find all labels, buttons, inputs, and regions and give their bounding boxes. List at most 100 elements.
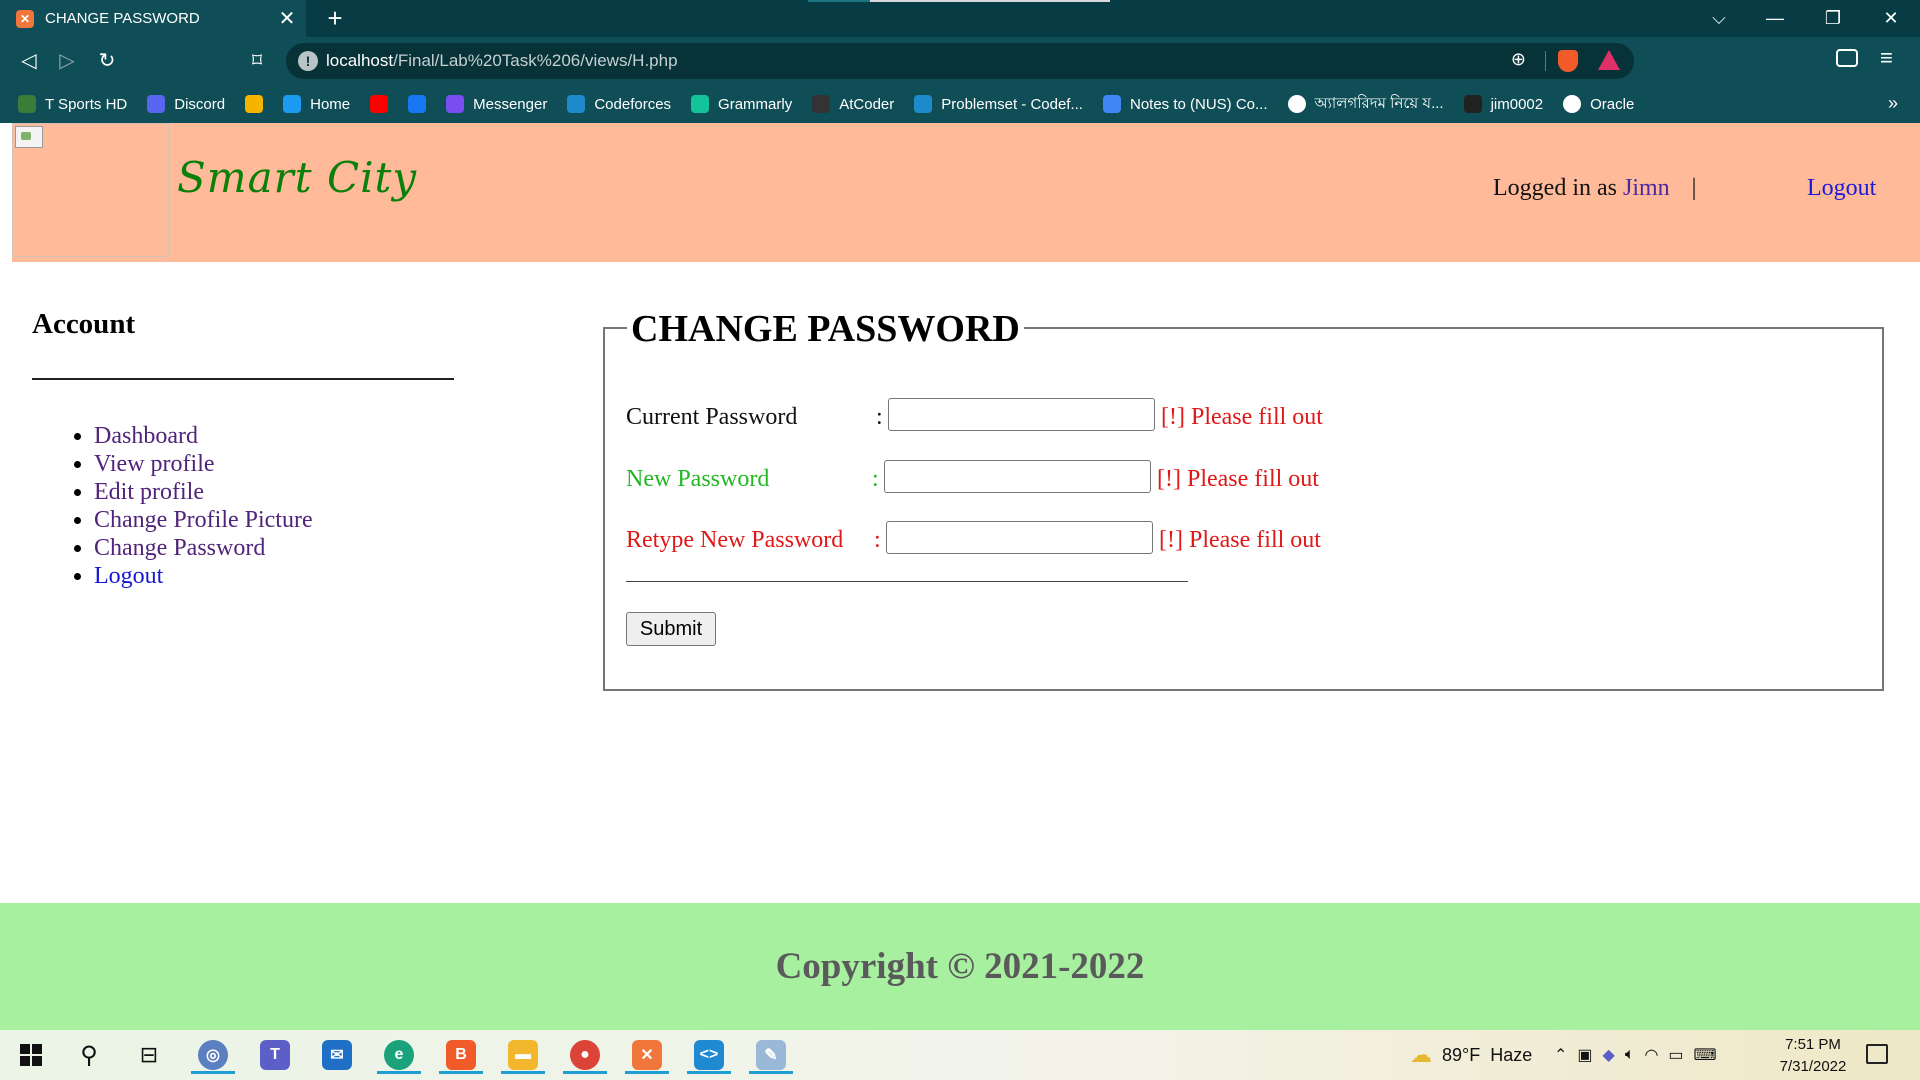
retype-password-colon: : — [874, 527, 881, 553]
bookmarks-overflow-icon[interactable]: » — [1888, 93, 1898, 114]
google-drive-icon — [245, 95, 264, 113]
new-password-input[interactable] — [884, 460, 1151, 493]
tray-teams-icon[interactable]: ◆ — [1603, 1045, 1615, 1065]
tab-close-icon[interactable]: ✕ — [272, 6, 302, 31]
tray-meet-icon[interactable]: ▣ — [1577, 1045, 1592, 1065]
bookmark-label: Codeforces — [594, 95, 672, 113]
tray-battery-icon[interactable]: ▭ — [1668, 1045, 1683, 1065]
docs-icon — [1102, 95, 1121, 113]
username-link[interactable]: Jimn — [1623, 175, 1670, 201]
sidebar-link-dashboard[interactable]: Dashboard — [94, 423, 198, 449]
weather-widget[interactable]: ☁ 89°F Haze — [1410, 1030, 1532, 1080]
bookmark-item[interactable]: Notes to (NUS) Co... — [1102, 95, 1268, 113]
taskbar-file-explorer-icon[interactable]: ▬ — [498, 1036, 548, 1074]
minimize-window-icon[interactable]: — — [1746, 0, 1804, 37]
discord-icon — [147, 95, 166, 113]
taskbar-mail-icon[interactable]: ✉ — [312, 1036, 362, 1074]
header-logout-link[interactable]: Logout — [1807, 175, 1876, 202]
close-window-icon[interactable]: ✕ — [1862, 0, 1920, 37]
address-bar[interactable]: ! localhost/Final/Lab%20Task%206/views/H… — [286, 43, 1634, 79]
twitter-icon — [283, 95, 302, 113]
address-bar-divider — [1545, 51, 1546, 71]
new-tab-button[interactable]: + — [320, 3, 350, 33]
taskbar-vscode-icon[interactable]: <> — [684, 1036, 734, 1074]
notification-center-icon[interactable] — [1866, 1044, 1888, 1064]
tray-volume-icon[interactable]: 🔈︎ — [1625, 1046, 1635, 1064]
taskbar-xampp-icon[interactable]: ✕ — [622, 1036, 672, 1074]
bookmark-item[interactable] — [408, 95, 427, 113]
current-password-input[interactable] — [888, 398, 1155, 431]
brave-shields-icon[interactable] — [1558, 50, 1578, 72]
bookmark-item[interactable]: AtCoder — [812, 95, 894, 113]
bookmark-item[interactable]: Problemset - Codef... — [914, 95, 1083, 113]
bookmark-label: jim0002 — [1490, 95, 1544, 113]
tray-overflow-chevron-icon[interactable]: ⌃ — [1554, 1045, 1567, 1065]
bookmark-item[interactable]: Discord — [147, 95, 225, 113]
browser-toolbar: ◁ ▷ ↻ ⌑ ! localhost/Final/Lab%20Task%206… — [0, 37, 1920, 85]
reload-icon[interactable]: ↻ — [92, 46, 122, 76]
bookmark-item[interactable]: অ্যালগরিদম নিয়ে য... — [1287, 92, 1444, 117]
site-info-icon[interactable]: ! — [298, 51, 318, 71]
logged-in-status: Logged in as Jimn | — [1493, 175, 1696, 202]
tab-search-chevron-icon[interactable]: ⌵ — [1690, 0, 1748, 37]
search-icon[interactable]: ⚲ — [64, 1036, 114, 1074]
taskbar-clock[interactable]: 7:51 PM 7/31/2022 — [1778, 1034, 1848, 1078]
youtube-icon — [370, 95, 389, 113]
atcoder-icon — [812, 95, 831, 113]
taskbar-edge-icon[interactable]: e — [374, 1036, 424, 1074]
taskbar-chrome-icon[interactable]: ● — [560, 1036, 610, 1074]
bookmark-item[interactable]: Oracle — [1563, 95, 1634, 113]
bookmark-item[interactable]: Home — [283, 95, 350, 113]
taskbar-paint-icon[interactable]: ✎ — [746, 1036, 796, 1074]
bookmark-item[interactable]: Messenger — [446, 95, 547, 113]
submit-button[interactable]: Submit — [626, 612, 716, 646]
bookmark-label: Notes to (NUS) Co... — [1129, 95, 1268, 113]
task-view-icon[interactable]: ⊟ — [124, 1036, 174, 1074]
weather-icon: ☁ — [1410, 1042, 1432, 1067]
sidebar-link-view-profile[interactable]: View profile — [94, 451, 215, 477]
copyright-text: Copyright © 2021-2022 — [775, 946, 1145, 987]
sidebar-link-logout[interactable]: Logout — [94, 563, 163, 589]
globe-icon — [1287, 95, 1306, 113]
clock-date: 7/31/2022 — [1779, 1058, 1847, 1075]
url-text[interactable]: localhost/Final/Lab%20Task%206/views/H.p… — [326, 51, 678, 71]
change-password-form: CHANGE PASSWORD Current Password : [!] P… — [603, 307, 1884, 691]
bookmark-item[interactable] — [370, 95, 389, 113]
bookmark-item[interactable]: Codeforces — [567, 95, 671, 113]
windows-start-icon[interactable] — [6, 1036, 56, 1074]
browser-menu-icon[interactable]: ≡ — [1880, 45, 1893, 71]
wallet-icon[interactable] — [1836, 49, 1858, 67]
clock-time: 7:51 PM — [1785, 1036, 1841, 1053]
taskbar-teams-icon[interactable]: T — [250, 1036, 300, 1074]
zoom-icon[interactable]: ⊕ — [1511, 49, 1526, 70]
retype-password-input[interactable] — [886, 521, 1153, 554]
bookmark-item[interactable]: Grammarly — [691, 95, 792, 113]
back-icon[interactable]: ◁ — [14, 46, 44, 76]
bookmark-item[interactable]: T Sports HD — [18, 95, 127, 113]
bookmark-label: AtCoder — [839, 95, 895, 113]
forward-icon[interactable]: ▷ — [52, 46, 82, 76]
bookmark-label: Messenger — [473, 95, 548, 113]
facebook-icon — [408, 95, 427, 113]
sidebar-link-edit-profile[interactable]: Edit profile — [94, 479, 204, 505]
windows-taskbar: ⚲ ⊟ ◎ T ✉ e B ▬ ● ✕ <> ✎ ☁ 89°F Haze ⌃ ▣… — [0, 1030, 1920, 1080]
sidebar-item-logout: Logout — [94, 562, 313, 590]
logged-in-prefix: Logged in as — [1493, 175, 1617, 201]
brave-rewards-icon[interactable] — [1598, 50, 1620, 70]
site-logo — [12, 123, 169, 257]
new-password-error: [!] Please fill out — [1157, 466, 1319, 492]
header-separator: | — [1691, 175, 1697, 201]
taskbar-brave-icon[interactable]: B — [436, 1036, 486, 1074]
bookmark-item[interactable] — [245, 95, 264, 113]
sidebar-link-change-password[interactable]: Change Password — [94, 535, 265, 561]
taskbar-app-chromium-icon[interactable]: ◎ — [188, 1036, 238, 1074]
bookmark-page-icon[interactable]: ⌑ — [242, 46, 272, 76]
browser-tab-active[interactable]: ✕ CHANGE PASSWORD ✕ — [0, 0, 306, 37]
sidebar-link-change-profile-picture[interactable]: Change Profile Picture — [94, 507, 313, 533]
tab-loading-indicator-progress — [808, 0, 870, 2]
tray-wifi-icon[interactable]: ◠ — [1644, 1045, 1658, 1065]
bookmark-item[interactable]: jim0002 — [1463, 95, 1544, 113]
tray-keyboard-icon[interactable]: ⌨︎ — [1694, 1045, 1717, 1065]
site-footer: Copyright © 2021-2022 — [0, 903, 1920, 1030]
restore-window-icon[interactable]: ❐ — [1804, 0, 1862, 37]
